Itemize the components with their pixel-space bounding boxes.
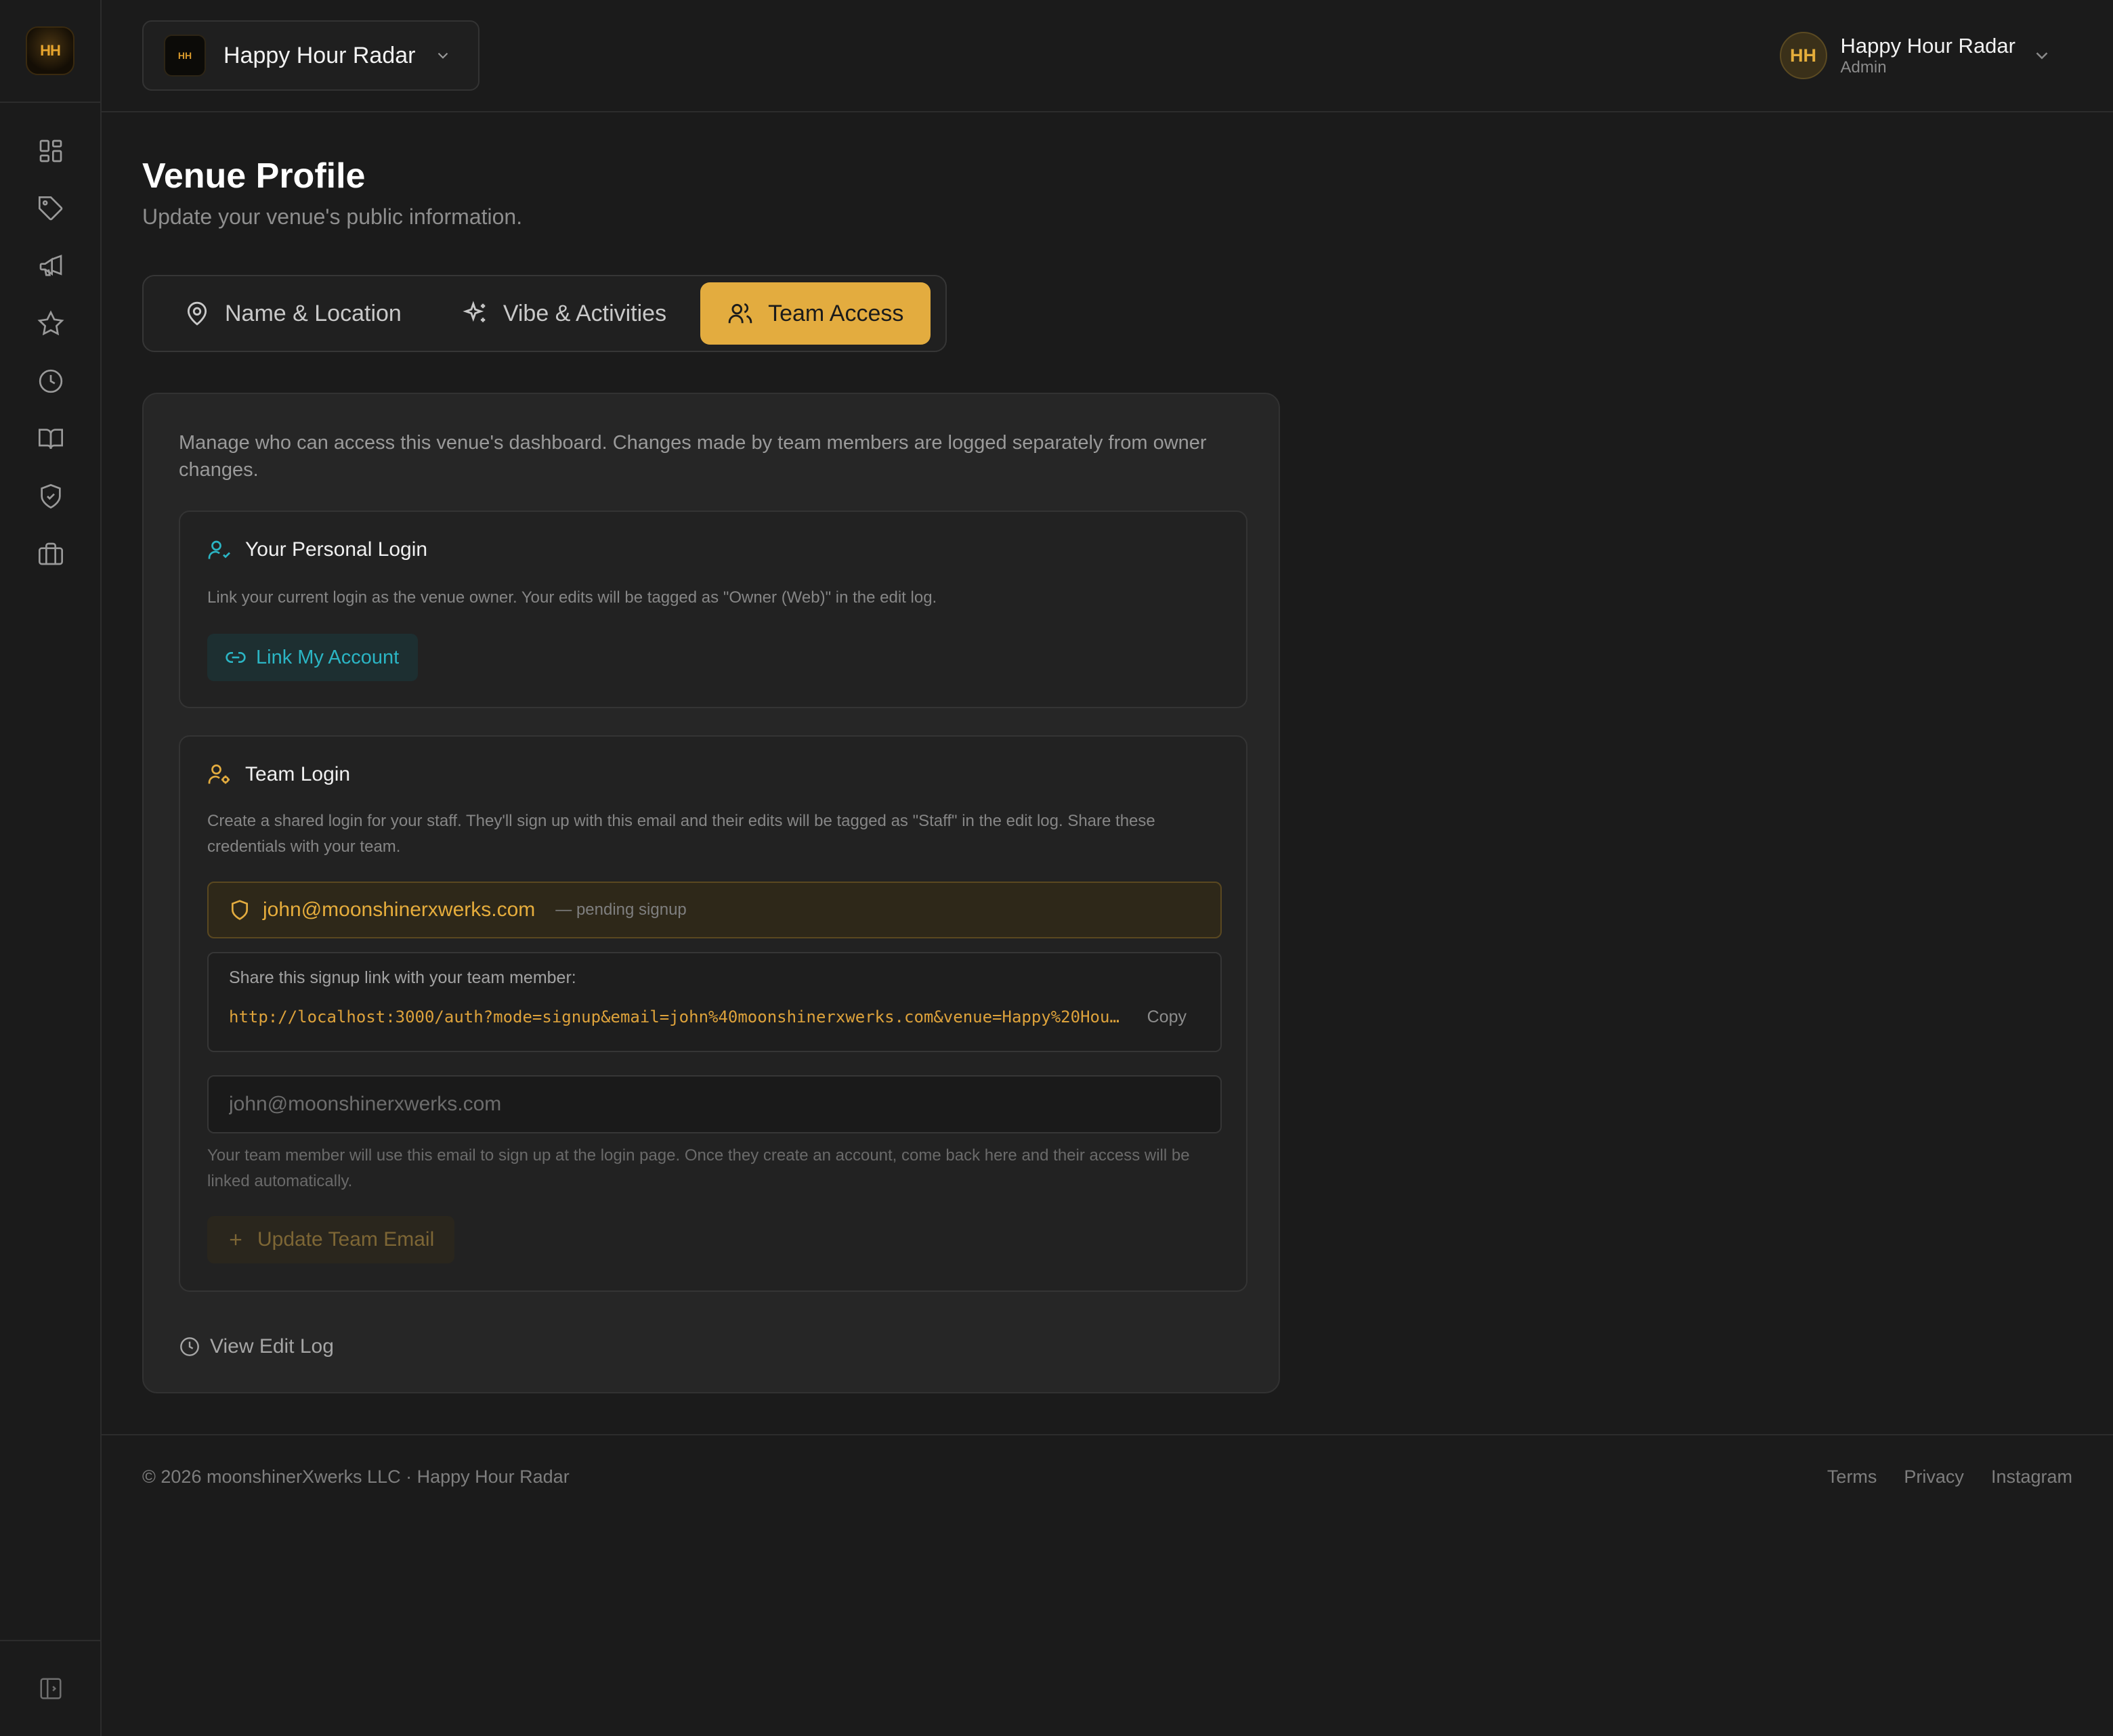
chevron-down-icon <box>438 52 448 59</box>
signup-link-url[interactable]: http://localhost:3000/auth?mode=signup&e… <box>229 1007 1123 1026</box>
tab-label: Vibe & Activities <box>503 300 667 326</box>
dashboard-icon <box>39 139 62 162</box>
section-description: Link your current login as the venue own… <box>207 588 937 607</box>
pending-email: john@moonshinerxwerks.com <box>263 898 536 921</box>
user-info: Happy Hour Radar Admin <box>1841 34 2015 77</box>
venue-logo: HH <box>164 35 206 77</box>
view-edit-log-link[interactable]: View Edit Log <box>179 1335 334 1358</box>
link-icon <box>226 652 246 663</box>
section-title: Team Login <box>245 763 351 785</box>
signup-link-box: Share this signup link with your team me… <box>207 952 1222 1052</box>
venue-name: Happy Hour Radar <box>223 42 416 68</box>
map-pin-icon <box>187 301 207 326</box>
section-heading: Your Personal Login <box>207 538 427 562</box>
sidebar-item-menu[interactable] <box>0 410 102 467</box>
pending-team-email: john@moonshinerxwerks.com — pending sign… <box>207 882 1222 938</box>
user-menu[interactable]: HH Happy Hour Radar Admin <box>1779 31 2052 80</box>
footer-link-instagram[interactable]: Instagram <box>1991 1467 2072 1488</box>
venue-switcher[interactable]: HH Happy Hour Radar <box>142 20 479 91</box>
users-icon <box>728 303 752 324</box>
team-email-input[interactable] <box>207 1075 1222 1133</box>
button-label: Update Team Email <box>257 1228 435 1251</box>
tab-name-location[interactable]: Name & Location <box>150 282 429 345</box>
tab-label: Team Access <box>768 300 904 326</box>
user-role: Admin <box>1840 58 1887 77</box>
shield-icon <box>232 900 248 920</box>
section-description: Create a shared login for your staff. Th… <box>207 812 1155 856</box>
avatar: HH <box>1779 32 1827 79</box>
page-subtitle: Update your venue's public information. <box>142 204 523 229</box>
team-login-section: Team Login Create a shared login for you… <box>179 735 1247 1292</box>
book-icon <box>39 428 63 449</box>
link-my-account-button[interactable]: Link My Account <box>207 634 419 681</box>
signup-link-label: Share this signup link with your team me… <box>229 968 576 987</box>
sidebar-item-reviews[interactable] <box>0 295 102 352</box>
app-root: HH HH Happy Hour Radar HH Happy Hour Rad… <box>0 0 2113 1736</box>
section-heading: Team Login <box>207 762 350 787</box>
tab-vibe-activities[interactable]: Vibe & Activities <box>429 282 693 345</box>
app-logo[interactable]: HH <box>26 26 74 75</box>
chevron-down-icon <box>2036 52 2048 60</box>
top-bar: HH Happy Hour Radar HH Happy Hour Radar … <box>102 0 2113 112</box>
shield-check-icon <box>41 483 61 508</box>
footer: © 2026 moonshinerXwerks LLC · Happy Hour… <box>102 1434 2113 1515</box>
sidebar-toggle-icon <box>40 1678 62 1699</box>
sidebar-nav <box>0 122 102 582</box>
copyright: © 2026 moonshinerXwerks LLC · Happy Hour… <box>142 1467 570 1487</box>
user-name: Happy Hour Radar <box>1840 34 2015 58</box>
sidebar-item-dashboard[interactable] <box>0 122 102 179</box>
sidebar-item-deals[interactable] <box>0 179 102 237</box>
user-cog-icon <box>208 764 230 784</box>
megaphone-icon <box>39 254 62 276</box>
copy-button[interactable]: Copy <box>1147 1007 1187 1027</box>
sidebar-toggle-button[interactable] <box>0 1640 102 1736</box>
team-email-help: Your team member will use this email to … <box>207 1146 1190 1190</box>
sidebar-item-security[interactable] <box>0 467 102 525</box>
page-title: Venue Profile <box>142 156 366 196</box>
team-access-intro: Manage who can access this venue's dashb… <box>179 432 1207 481</box>
section-title: Your Personal Login <box>245 538 428 561</box>
clock-icon <box>39 369 63 393</box>
sidebar-item-hours[interactable] <box>0 352 102 410</box>
footer-links: Terms Privacy Instagram <box>1827 1467 2072 1488</box>
sparkles-icon <box>463 301 486 322</box>
edit-log-label: View Edit Log <box>210 1335 334 1358</box>
status-badge: — pending signup <box>555 900 687 919</box>
plus-icon <box>230 1234 242 1246</box>
clock-icon <box>180 1337 199 1356</box>
user-check-icon <box>208 540 230 559</box>
button-label: Link My Account <box>256 646 400 668</box>
tab-team-access[interactable]: Team Access <box>700 282 931 345</box>
update-team-email-button[interactable]: Update Team Email <box>207 1216 455 1263</box>
footer-link-privacy[interactable]: Privacy <box>1904 1467 1964 1488</box>
team-access-card: Manage who can access this venue's dashb… <box>142 393 1280 1393</box>
sidebar-item-promotions[interactable] <box>0 237 102 295</box>
footer-link-terms[interactable]: Terms <box>1827 1467 1877 1488</box>
sidebar: HH <box>0 0 102 1736</box>
tag-icon <box>39 196 63 220</box>
tab-label: Name & Location <box>225 300 402 326</box>
sidebar-item-business[interactable] <box>0 525 102 582</box>
profile-tabs: Name & Location Vibe & Activities Team A… <box>142 275 947 352</box>
briefcase-icon <box>39 542 63 565</box>
sidebar-logo-area: HH <box>0 0 100 103</box>
star-icon <box>37 309 64 335</box>
personal-login-section: Your Personal Login Link your current lo… <box>179 511 1247 708</box>
